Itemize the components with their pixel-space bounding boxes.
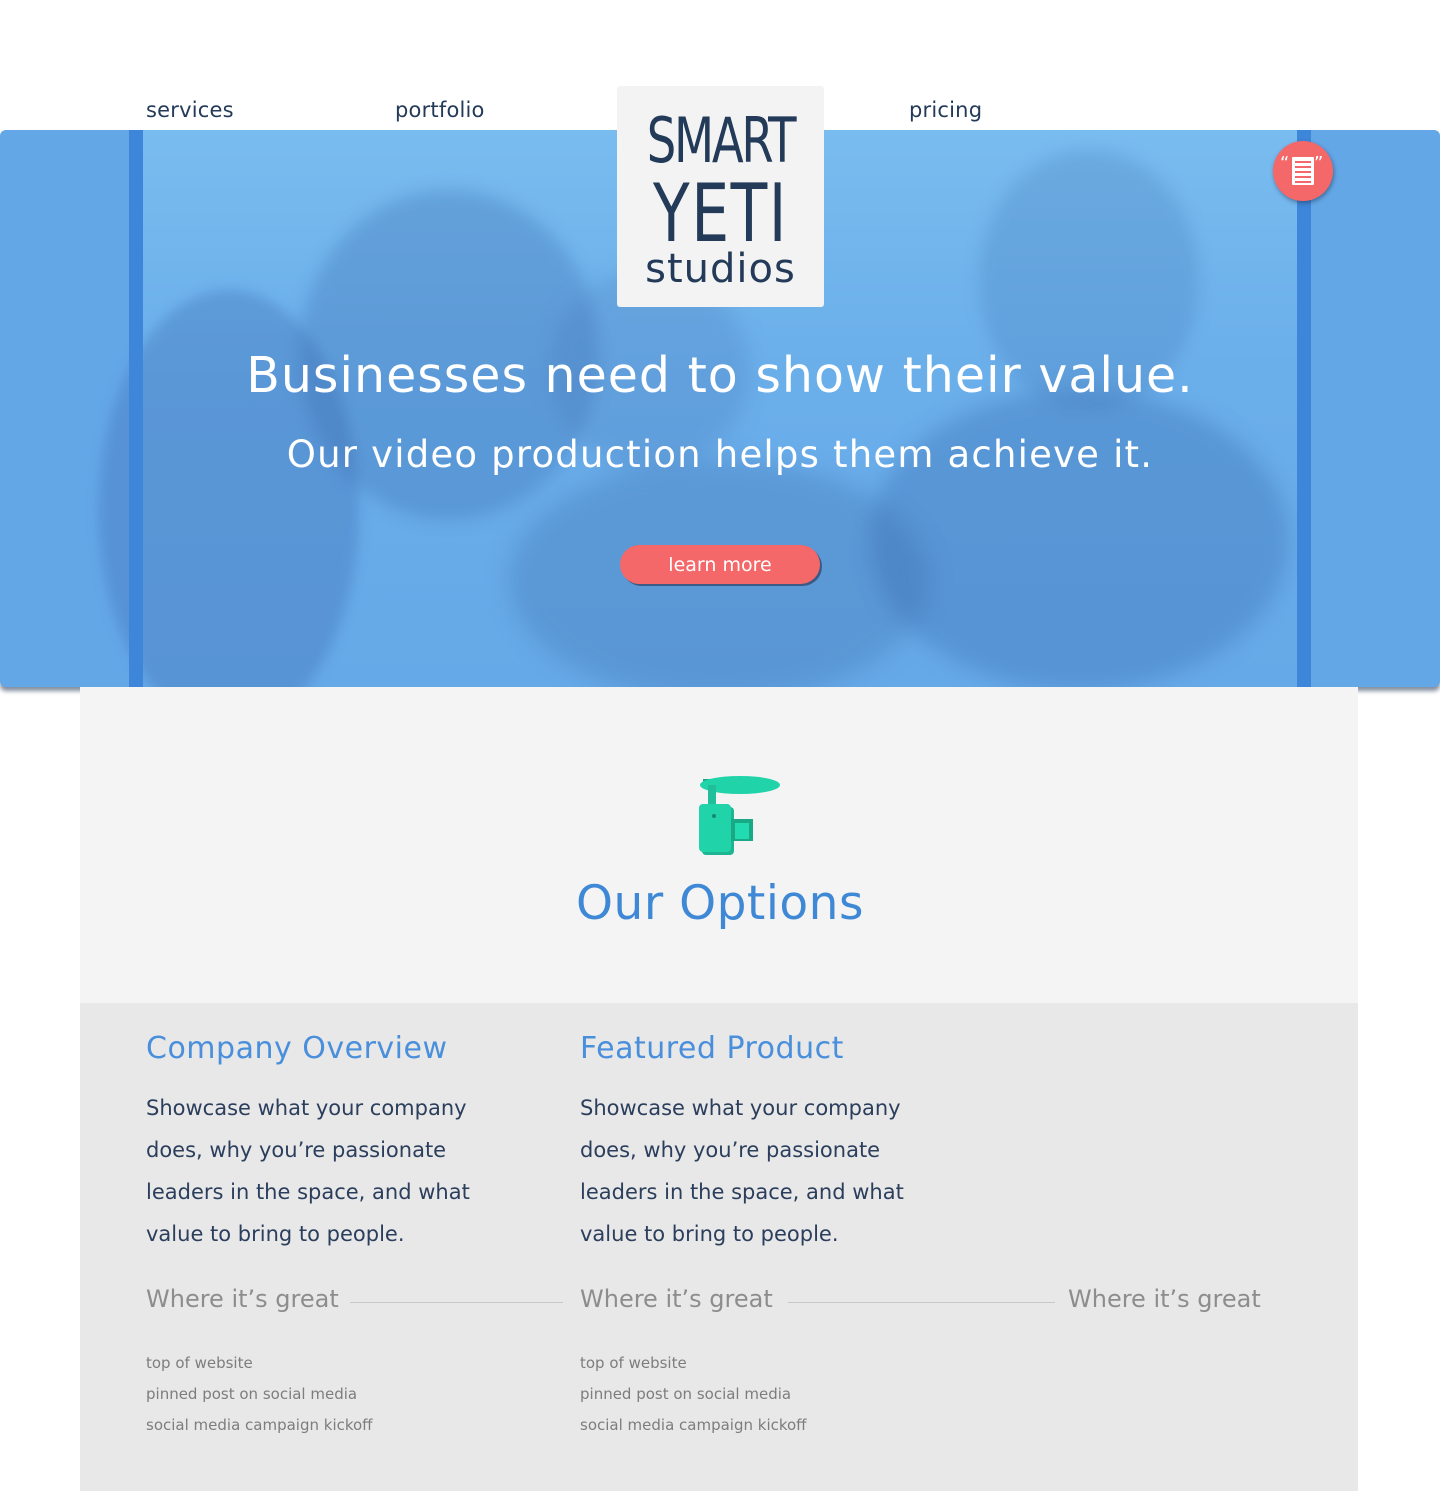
- list-item: pinned post on social media: [146, 1385, 358, 1403]
- divider: [788, 1302, 1055, 1303]
- company-overview-description: Showcase what your company does, why you…: [146, 1096, 470, 1246]
- hero-subtitle: Our video production helps them achieve …: [286, 433, 1154, 476]
- use-case-list: top of website pinned post on social med…: [146, 1353, 373, 1446]
- list-item: top of website: [580, 1354, 687, 1372]
- hero-right-bar: [1297, 130, 1311, 687]
- svg-text:“: “: [1280, 153, 1289, 174]
- use-case-list: top of website pinned post on social med…: [580, 1353, 807, 1446]
- learn-more-button[interactable]: learn more: [620, 545, 820, 584]
- svg-text:”: ”: [1314, 153, 1323, 174]
- where-its-great-label: Where it’s great: [580, 1285, 773, 1313]
- company-overview-title: Company Overview: [146, 1031, 448, 1066]
- quote-document-icon: “ ”: [1280, 153, 1323, 185]
- featured-product-title: Featured Product: [580, 1031, 844, 1066]
- logo-line-studios: studios: [645, 246, 796, 292]
- hero-left-bar: [129, 130, 143, 687]
- logo[interactable]: SMART YETI studios: [617, 86, 824, 307]
- logo-line-yeti: YETI: [653, 167, 788, 260]
- hero-title: Businesses need to show their value.: [246, 347, 1194, 404]
- nav-link-pricing[interactable]: pricing: [909, 98, 982, 122]
- options-title: Our Options: [576, 876, 864, 931]
- where-its-great-label: Where it’s great: [146, 1285, 339, 1313]
- list-item: social media campaign kickoff: [146, 1416, 373, 1434]
- divider: [350, 1302, 563, 1303]
- nav-link-services[interactable]: services: [146, 98, 234, 122]
- list-item: top of website: [146, 1354, 253, 1372]
- list-item: social media campaign kickoff: [580, 1416, 807, 1434]
- video-camera-icon: [699, 776, 780, 855]
- where-its-great-label: Where it’s great: [1068, 1285, 1261, 1313]
- quote-request-button[interactable]: “ ”: [1273, 141, 1333, 201]
- featured-product-description: Showcase what your company does, why you…: [580, 1096, 904, 1246]
- nav-link-portfolio[interactable]: portfolio: [395, 98, 485, 122]
- list-item: pinned post on social media: [580, 1385, 792, 1403]
